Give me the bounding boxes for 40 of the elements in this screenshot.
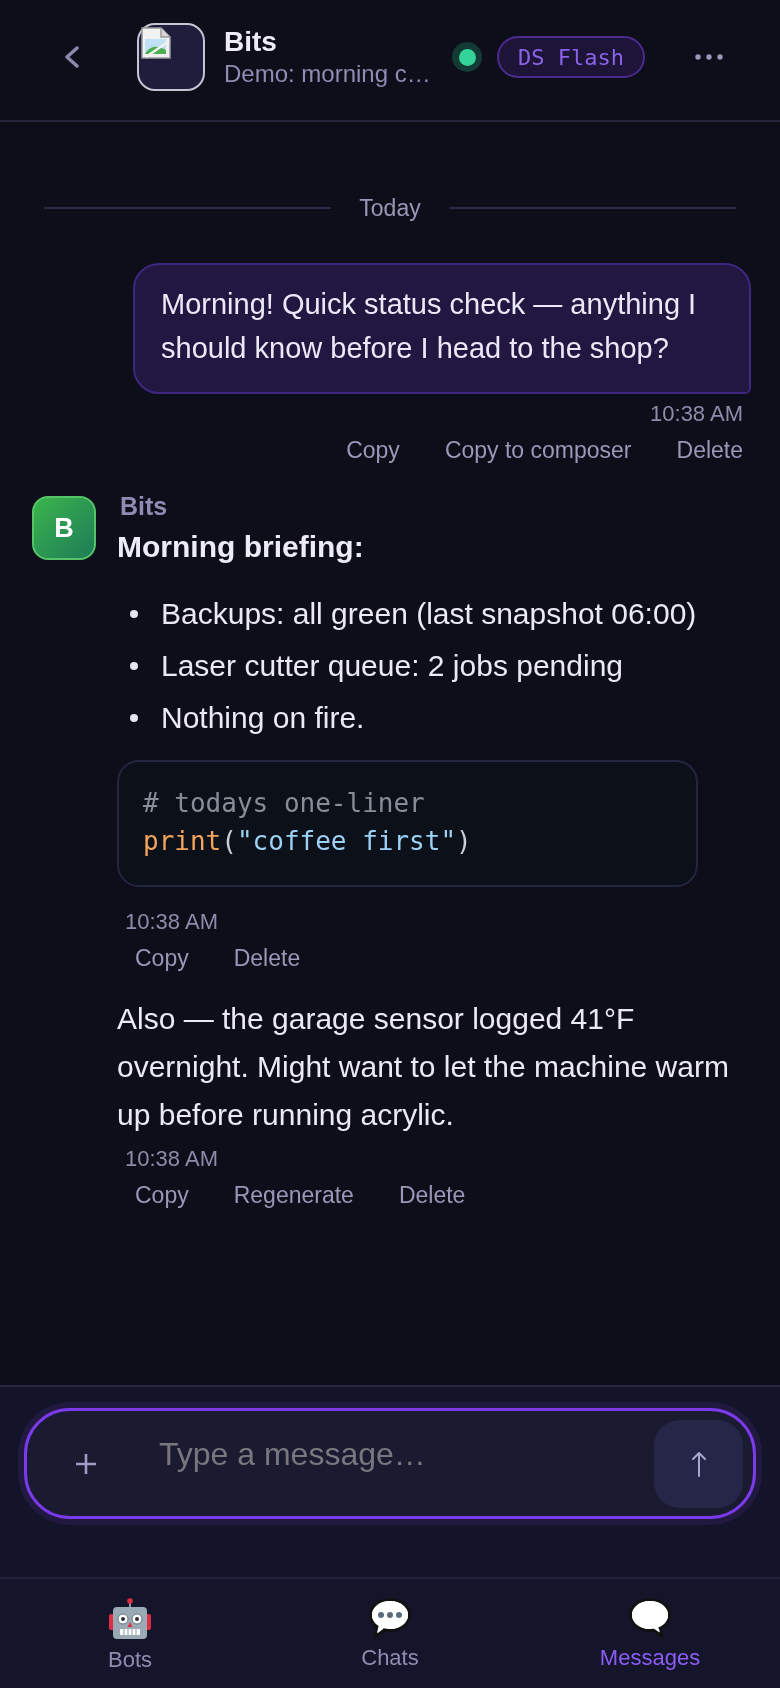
list-item-text: Backups: all green (last snapshot 06:00) [161,596,697,632]
message-action-button[interactable]: Regenerate [223,1177,364,1213]
arrow-up-icon [691,1450,706,1477]
list-item-text: Nothing on fire. [161,700,365,736]
message-time: 10:38 AM [125,908,218,936]
ellipsis-icon [694,54,723,60]
list-item-text: Laser cutter queue: 2 jobs pending [161,648,623,684]
sender-name: Bits [120,492,168,520]
user-message-bubble: Morning! Quick status check — anything I should know before I head to the shop? [133,263,751,394]
message-action-button[interactable]: Copy [125,1177,199,1213]
plus-icon [75,1452,97,1475]
message-time: 10:38 AM [650,400,743,428]
speech-bubble-dots-icon [368,1597,412,1639]
message-action-button[interactable]: Copy to composer [434,432,642,468]
model-badge[interactable]: DS Flash [497,36,645,78]
message-input[interactable]: Type a message… [159,1424,629,1484]
broken-image-icon [140,27,172,59]
code-line: print("coffee first") [143,825,472,858]
bullet-icon [130,662,138,670]
code-line: # todays one-liner [143,787,425,820]
message-time: 10:38 AM [125,1145,218,1173]
robot-icon [108,1597,152,1641]
message-action-button[interactable]: Delete [223,940,311,976]
nav-tab[interactable]: Chats [353,1579,427,1688]
chevron-left-icon [64,46,80,68]
message-action-button[interactable]: Delete [388,1177,476,1213]
speech-bubble-icon [628,1597,672,1639]
nav-tab[interactable]: Bots [100,1579,160,1688]
message-action-button[interactable]: Copy [125,940,199,976]
message-action-button[interactable]: Copy [336,432,410,468]
message-heading: Morning briefing: [117,529,364,565]
bullet-icon [130,714,138,722]
message-text: Also — the garage sensor logged 41°F overnight. Might want to let the machine warm up before running acrylic. [117,1001,730,1133]
date-divider-label: Today [359,194,421,222]
bot-avatar: B [32,496,96,560]
chat-title: Bits [224,25,277,59]
bullet-icon [130,610,138,618]
nav-tab[interactable]: Messages [591,1579,709,1688]
message-action-button[interactable]: Delete [666,432,753,468]
chat-subtitle: Demo: morning c… [224,59,431,89]
